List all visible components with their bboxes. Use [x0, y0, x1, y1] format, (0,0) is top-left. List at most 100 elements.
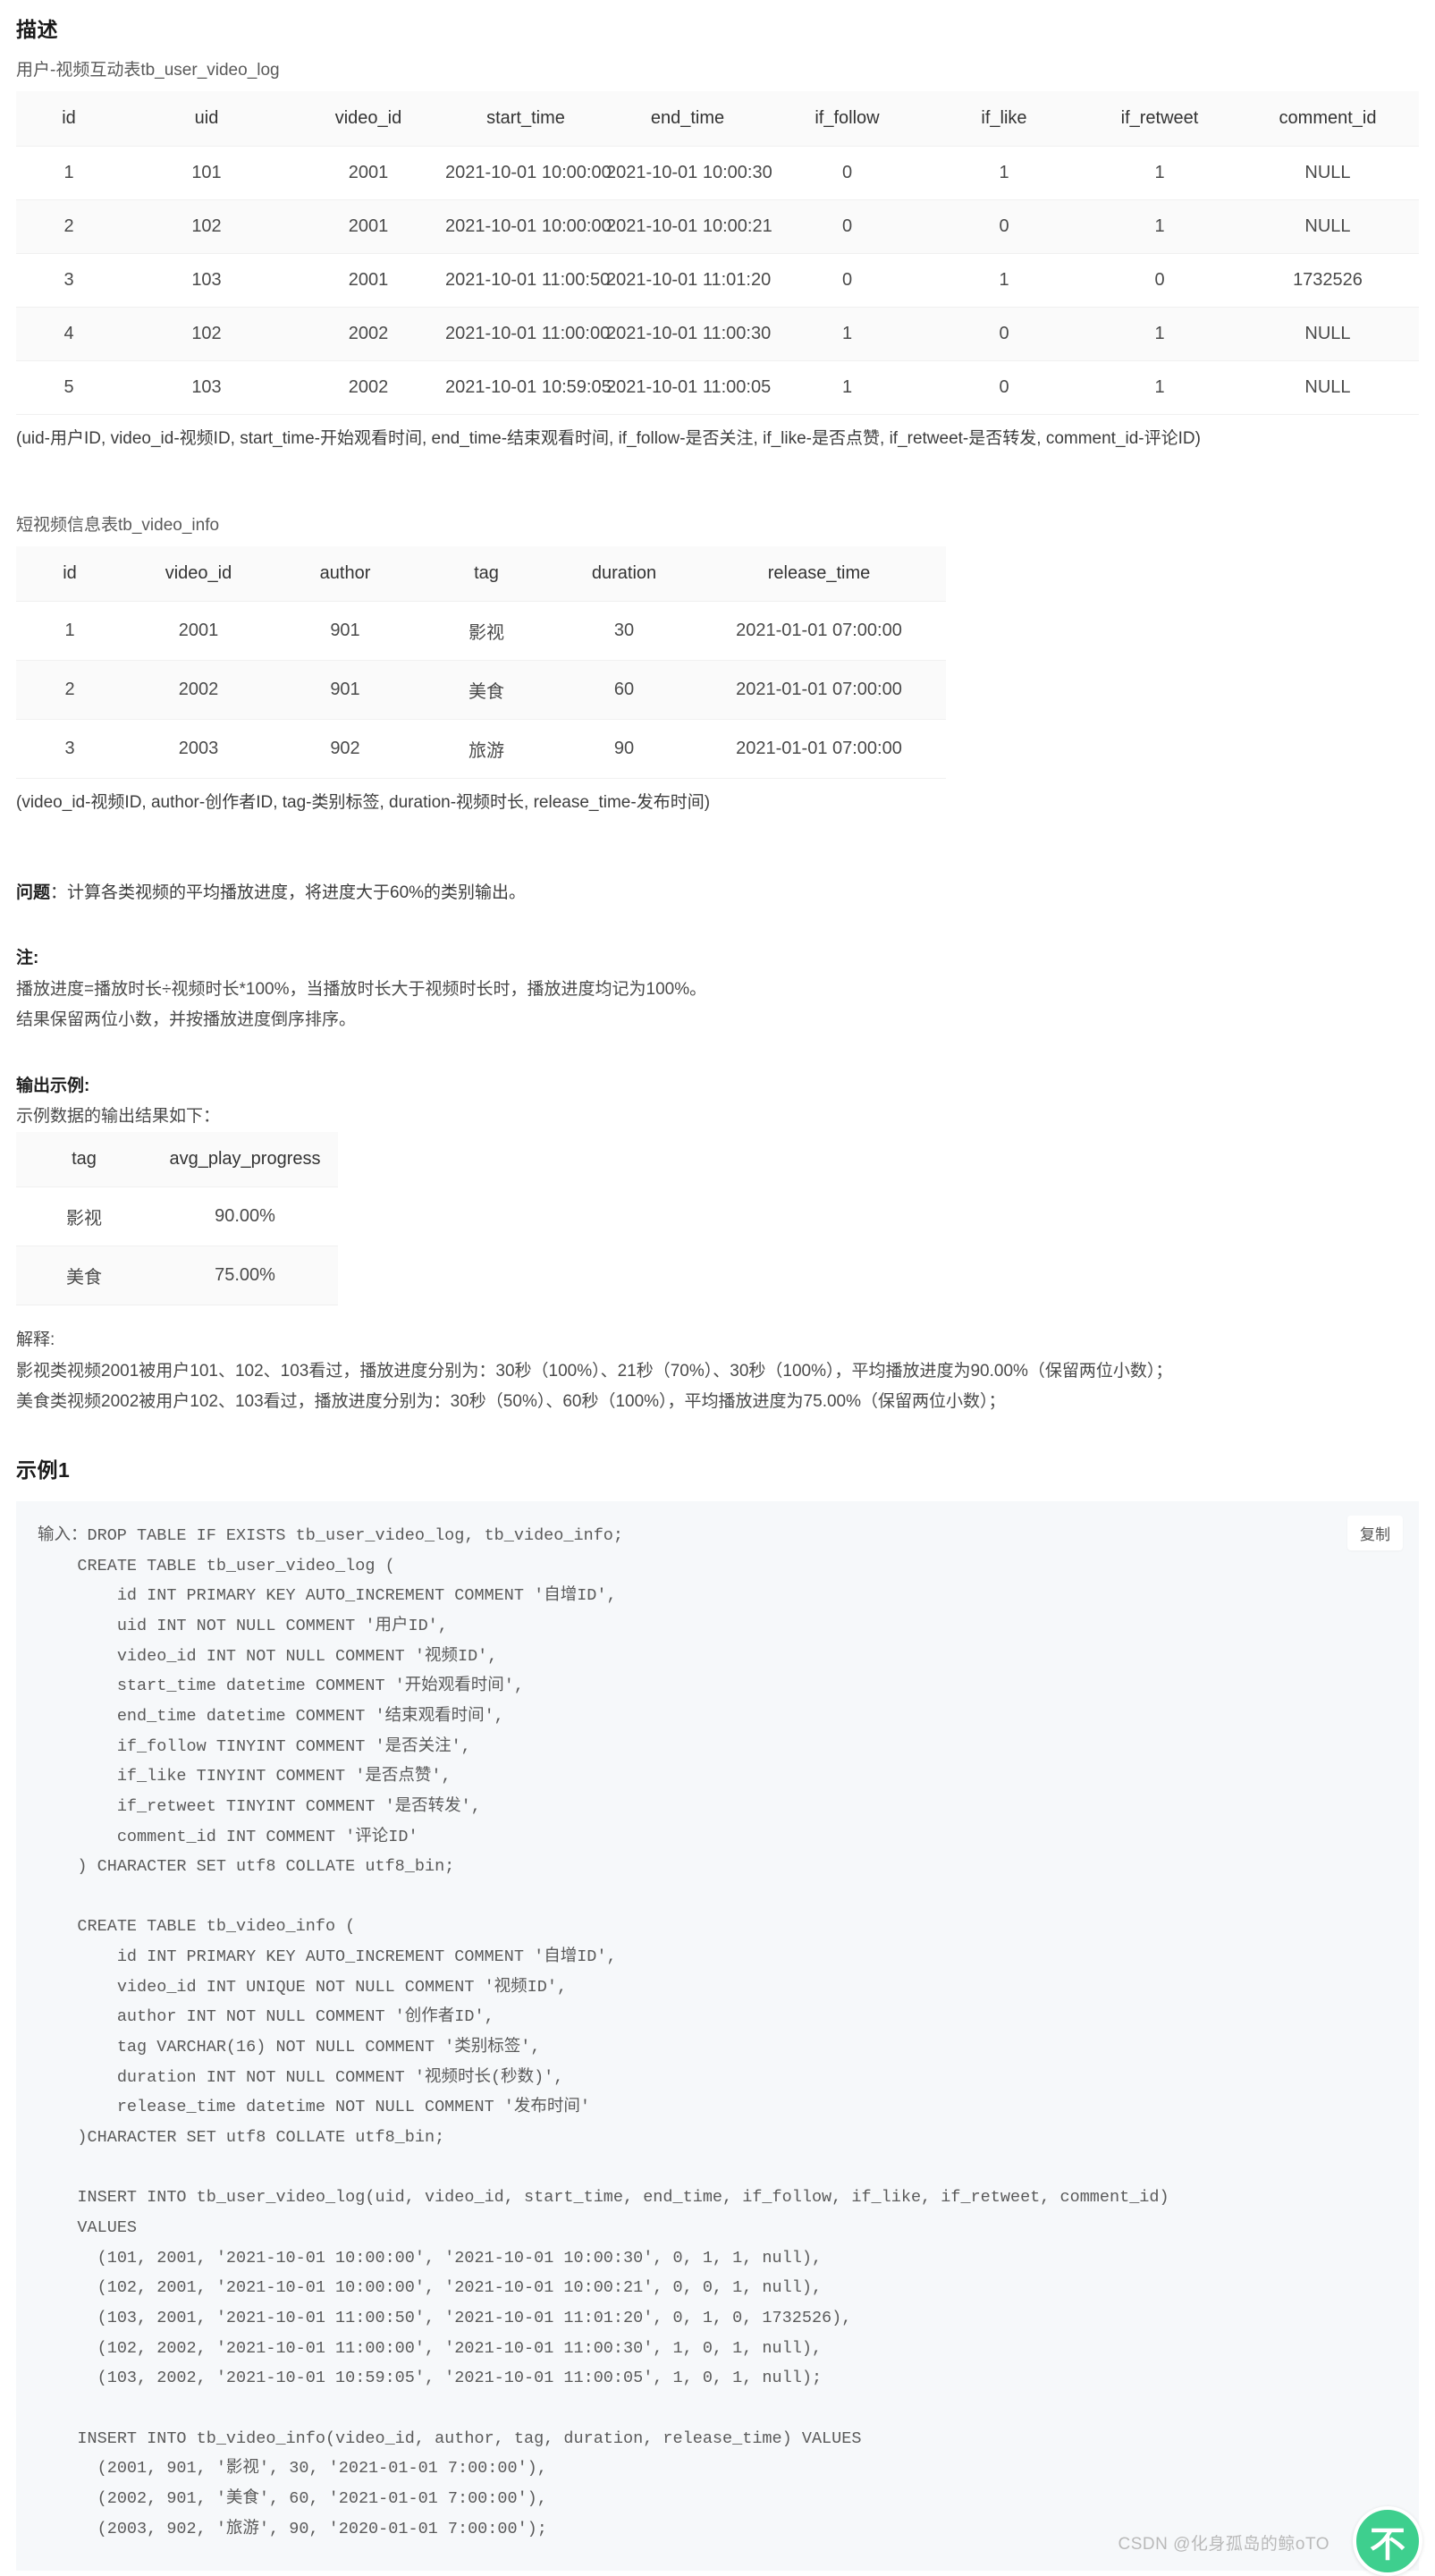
column-header-release-time: release_time [692, 545, 946, 602]
cell-tag: 旅游 [417, 719, 556, 779]
table-row: 3 103 2001 2021-10-01 11:00:50 2021-10-0… [16, 253, 1419, 308]
cell-video-id: 2001 [291, 146, 445, 200]
cell-uid: 103 [122, 253, 291, 308]
page-title: 描述 [16, 18, 58, 41]
table-user-video-log: id uid video_id start_time end_time if_f… [16, 90, 1419, 415]
cell-author: 901 [274, 601, 417, 661]
cell-if-like: 0 [925, 199, 1083, 254]
cell-if-follow: 0 [769, 253, 925, 308]
table-row: 2 2002 901 美食 60 2021-01-01 07:00:00 [16, 660, 946, 720]
cell-if-retweet: 1 [1083, 199, 1237, 254]
cell-release-time: 2021-01-01 07:00:00 [692, 719, 946, 779]
cell-if-follow: 1 [769, 360, 925, 415]
explanation-line-2: 美食类视频2002被用户102、103看过，播放进度分别为：30秒（50%）、6… [16, 1391, 1006, 1411]
cell-if-follow: 0 [769, 146, 925, 200]
cell-author: 902 [274, 719, 417, 779]
table-row: 4 102 2002 2021-10-01 11:00:00 2021-10-0… [16, 307, 1419, 361]
column-header-id: id [16, 545, 123, 602]
cell-if-like: 0 [925, 360, 1083, 415]
cell-video-id: 2001 [291, 199, 445, 254]
column-header-video-id: video_id [123, 545, 274, 602]
cell-if-like: 1 [925, 253, 1083, 308]
cell-if-retweet: 1 [1083, 307, 1237, 361]
watermark-badge-glyph: 不 [1370, 2525, 1405, 2565]
cell-end-time: 2021-10-01 11:00:30 [606, 307, 771, 361]
column-header-uid: uid [122, 90, 291, 147]
cell-video-id: 2002 [291, 360, 445, 415]
explanation-line-1: 影视类视频2001被用户101、102、103看过，播放进度分别为：30秒（10… [16, 1361, 1173, 1381]
cell-uid: 102 [122, 307, 291, 361]
cell-video-id: 2002 [291, 307, 445, 361]
note-line-2: 结果保留两位小数，并按播放进度倒序排序。 [16, 1009, 357, 1029]
table-output-example: tag avg_play_progress 影视 90.00% 美食 75.00… [16, 1132, 338, 1306]
cell-tag: 影视 [417, 601, 556, 661]
column-header-duration: duration [556, 545, 692, 602]
table-row: 美食 75.00% [16, 1246, 338, 1306]
cell-uid: 103 [122, 360, 291, 415]
column-header-if-like: if_like [925, 90, 1083, 147]
note-line-1: 播放进度=播放时长÷视频时长*100%，当播放时长大于视频时长时，播放进度均记为… [16, 979, 707, 999]
cell-comment-id: NULL [1237, 360, 1419, 415]
column-header-end-time: end_time [606, 90, 769, 147]
cell-tag: 美食 [417, 660, 556, 720]
example-title: 示例1 [16, 1457, 71, 1482]
cell-avg-play-progress: 90.00% [152, 1187, 338, 1247]
question-block: 问题：计算各类视频的平均播放进度，将进度大于60%的类别输出。 [16, 878, 1419, 908]
code-content: 输入：DROP TABLE IF EXISTS tb_user_video_lo… [38, 1525, 1169, 2538]
table-header-row: tag avg_play_progress [16, 1132, 338, 1188]
column-header-tag: tag [16, 1132, 152, 1188]
cell-uid: 101 [122, 146, 291, 200]
cell-id: 3 [16, 719, 123, 779]
cell-avg-play-progress: 75.00% [152, 1246, 338, 1306]
column-header-if-follow: if_follow [769, 90, 925, 147]
cell-release-time: 2021-01-01 07:00:00 [692, 660, 946, 720]
cell-end-time: 2021-10-01 11:01:20 [606, 253, 771, 308]
cell-if-retweet: 1 [1083, 146, 1237, 200]
cell-id: 3 [16, 253, 122, 308]
question-label: 问题 [16, 883, 51, 903]
cell-if-retweet: 1 [1083, 360, 1237, 415]
cell-author: 901 [274, 660, 417, 720]
table-row: 3 2003 902 旅游 90 2021-01-01 07:00:00 [16, 719, 946, 779]
cell-start-time: 2021-10-01 10:00:00 [445, 146, 612, 200]
column-header-avg-play-progress: avg_play_progress [152, 1132, 338, 1188]
cell-id: 2 [16, 660, 123, 720]
cell-tag: 影视 [16, 1187, 152, 1247]
watermark-text: CSDN @化身孤岛的鲸oTO [1118, 2535, 1329, 2555]
table-row: 5 103 2002 2021-10-01 10:59:05 2021-10-0… [16, 360, 1419, 415]
page-root: 描述 用户-视频互动表tb_user_video_log id uid vide… [0, 0, 1435, 2572]
explanation-label: 解释: [16, 1330, 55, 1350]
cell-if-follow: 0 [769, 199, 925, 254]
cell-comment-id: NULL [1237, 199, 1419, 254]
cell-if-like: 1 [925, 146, 1083, 200]
column-header-start-time: start_time [445, 90, 606, 147]
table-row: 2 102 2001 2021-10-01 10:00:00 2021-10-0… [16, 199, 1419, 254]
cell-id: 4 [16, 307, 122, 361]
copy-button[interactable]: 复制 [1347, 1515, 1403, 1550]
column-header-if-retweet: if_retweet [1083, 90, 1237, 147]
cell-video-id: 2003 [123, 719, 274, 779]
table-video-info: id video_id author tag duration release_… [16, 545, 946, 779]
output-example-label: 输出示例: [16, 1077, 90, 1095]
table1-caption: 用户-视频互动表tb_user_video_log [16, 61, 280, 80]
watermark-badge-icon: 不 [1353, 2506, 1422, 2576]
cell-comment-id: NULL [1237, 146, 1419, 200]
cell-video-id: 2001 [291, 253, 445, 308]
output-example-sub: 示例数据的输出结果如下： [16, 1107, 221, 1127]
column-header-comment-id: comment_id [1237, 90, 1419, 147]
table2-legend: (video_id-视频ID, author-创作者ID, tag-类别标签, … [16, 792, 711, 812]
cell-uid: 102 [122, 199, 291, 254]
cell-end-time: 2021-10-01 10:00:21 [606, 199, 772, 254]
cell-start-time: 2021-10-01 10:59:05 [445, 360, 612, 415]
cell-if-like: 0 [925, 307, 1083, 361]
cell-end-time: 2021-10-01 11:00:05 [606, 360, 771, 415]
cell-video-id: 2002 [123, 660, 274, 720]
cell-if-retweet: 0 [1083, 253, 1237, 308]
cell-id: 2 [16, 199, 122, 254]
